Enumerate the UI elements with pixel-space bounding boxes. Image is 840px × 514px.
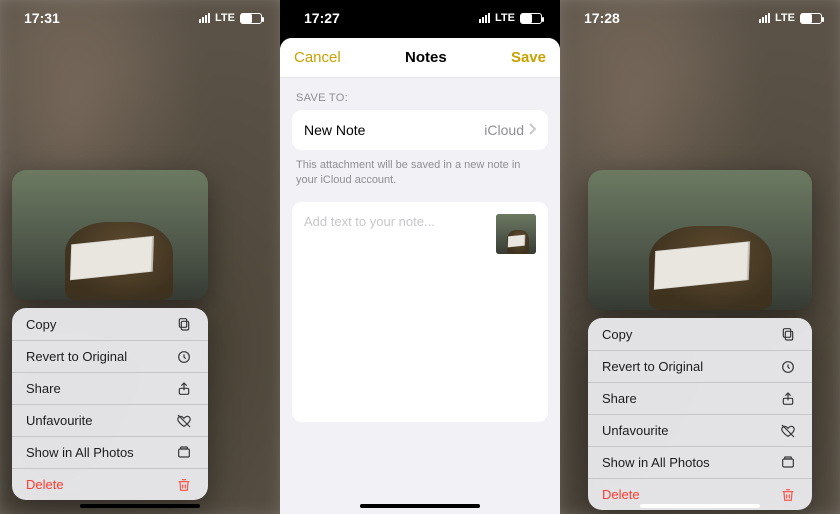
context-menu: Copy Revert to Original Share Unfavourit…	[12, 308, 208, 500]
battery-icon	[520, 13, 542, 24]
menu-item-share[interactable]: Share	[588, 382, 812, 414]
network-label: LTE	[215, 12, 235, 24]
status-right: LTE	[759, 12, 822, 24]
menu-label: Revert to Original	[26, 349, 127, 364]
battery-icon	[800, 13, 822, 24]
status-time: 17:27	[304, 10, 340, 26]
status-time: 17:31	[24, 10, 60, 26]
home-indicator[interactable]	[80, 504, 200, 508]
screenshot-photos-context-menu-large: 17:28 LTE Copy Revert to Original Share	[560, 0, 840, 514]
menu-item-show-all[interactable]: Show in All Photos	[12, 436, 208, 468]
menu-label: Copy	[602, 327, 632, 342]
menu-label: Delete	[26, 477, 64, 492]
revert-icon	[176, 349, 194, 365]
network-label: LTE	[775, 12, 795, 24]
battery-icon	[240, 13, 262, 24]
status-time: 17:28	[584, 10, 620, 26]
photo-content	[588, 170, 812, 310]
signal-icon	[759, 13, 770, 23]
menu-item-unfavourite[interactable]: Unfavourite	[12, 404, 208, 436]
menu-item-delete[interactable]: Delete	[12, 468, 208, 500]
save-to-label: SAVE TO:	[280, 78, 560, 110]
menu-label: Share	[26, 381, 61, 396]
menu-item-unfavourite[interactable]: Unfavourite	[588, 414, 812, 446]
signal-icon	[479, 13, 490, 23]
status-bar: 17:31 LTE	[0, 0, 280, 36]
status-bar: 17:27 LTE	[280, 0, 560, 36]
heart-slash-icon	[780, 423, 798, 439]
menu-label: Delete	[602, 487, 640, 502]
share-icon	[780, 391, 798, 407]
menu-label: Show in All Photos	[602, 455, 710, 470]
heart-slash-icon	[176, 413, 194, 429]
status-right: LTE	[479, 12, 542, 24]
context-menu: Copy Revert to Original Share Unfavourit…	[588, 318, 812, 510]
menu-label: Unfavourite	[26, 413, 92, 428]
menu-label: Unfavourite	[602, 423, 668, 438]
menu-label: Show in All Photos	[26, 445, 134, 460]
note-placeholder: Add text to your note...	[304, 214, 435, 229]
menu-item-share[interactable]: Share	[12, 372, 208, 404]
save-to-caption: This attachment will be saved in a new n…	[280, 150, 560, 202]
signal-icon	[199, 13, 210, 23]
menu-label: Share	[602, 391, 637, 406]
sheet-title: Notes	[405, 49, 447, 66]
trash-icon	[176, 477, 194, 493]
notes-sheet: Cancel Notes Save SAVE TO: New Note iClo…	[280, 38, 560, 514]
chevron-right-icon	[528, 122, 536, 138]
save-to-row[interactable]: New Note iCloud	[292, 110, 548, 150]
status-bar: 17:28 LTE	[560, 0, 840, 36]
photo-content	[12, 170, 208, 300]
status-right: LTE	[199, 12, 262, 24]
home-indicator[interactable]	[640, 504, 760, 508]
home-indicator[interactable]	[360, 504, 480, 508]
menu-label: Copy	[26, 317, 56, 332]
attachment-thumbnail[interactable]	[496, 214, 536, 254]
save-to-value: iCloud	[484, 122, 536, 138]
menu-item-copy[interactable]: Copy	[12, 308, 208, 340]
save-to-title: New Note	[304, 122, 365, 138]
menu-item-revert[interactable]: Revert to Original	[588, 350, 812, 382]
copy-icon	[176, 316, 194, 332]
menu-item-copy[interactable]: Copy	[588, 318, 812, 350]
cancel-button[interactable]: Cancel	[294, 49, 341, 66]
save-button[interactable]: Save	[511, 49, 546, 66]
screenshot-photos-context-menu-small: 17:31 LTE Copy Revert to Original Share	[0, 0, 280, 514]
menu-label: Revert to Original	[602, 359, 703, 374]
trash-icon	[780, 487, 798, 503]
photo-preview[interactable]	[12, 170, 208, 300]
copy-icon	[780, 326, 798, 342]
menu-item-show-all[interactable]: Show in All Photos	[588, 446, 812, 478]
note-body[interactable]: Add text to your note...	[292, 202, 548, 422]
sheet-header: Cancel Notes Save	[280, 38, 560, 78]
grid-photos-icon	[176, 445, 194, 461]
share-icon	[176, 381, 194, 397]
photo-preview[interactable]	[588, 170, 812, 310]
network-label: LTE	[495, 12, 515, 24]
menu-item-revert[interactable]: Revert to Original	[12, 340, 208, 372]
revert-icon	[780, 359, 798, 375]
grid-photos-icon	[780, 455, 798, 471]
screenshot-notes-share-sheet: 17:27 LTE Cancel Notes Save SAVE TO: New…	[280, 0, 560, 514]
